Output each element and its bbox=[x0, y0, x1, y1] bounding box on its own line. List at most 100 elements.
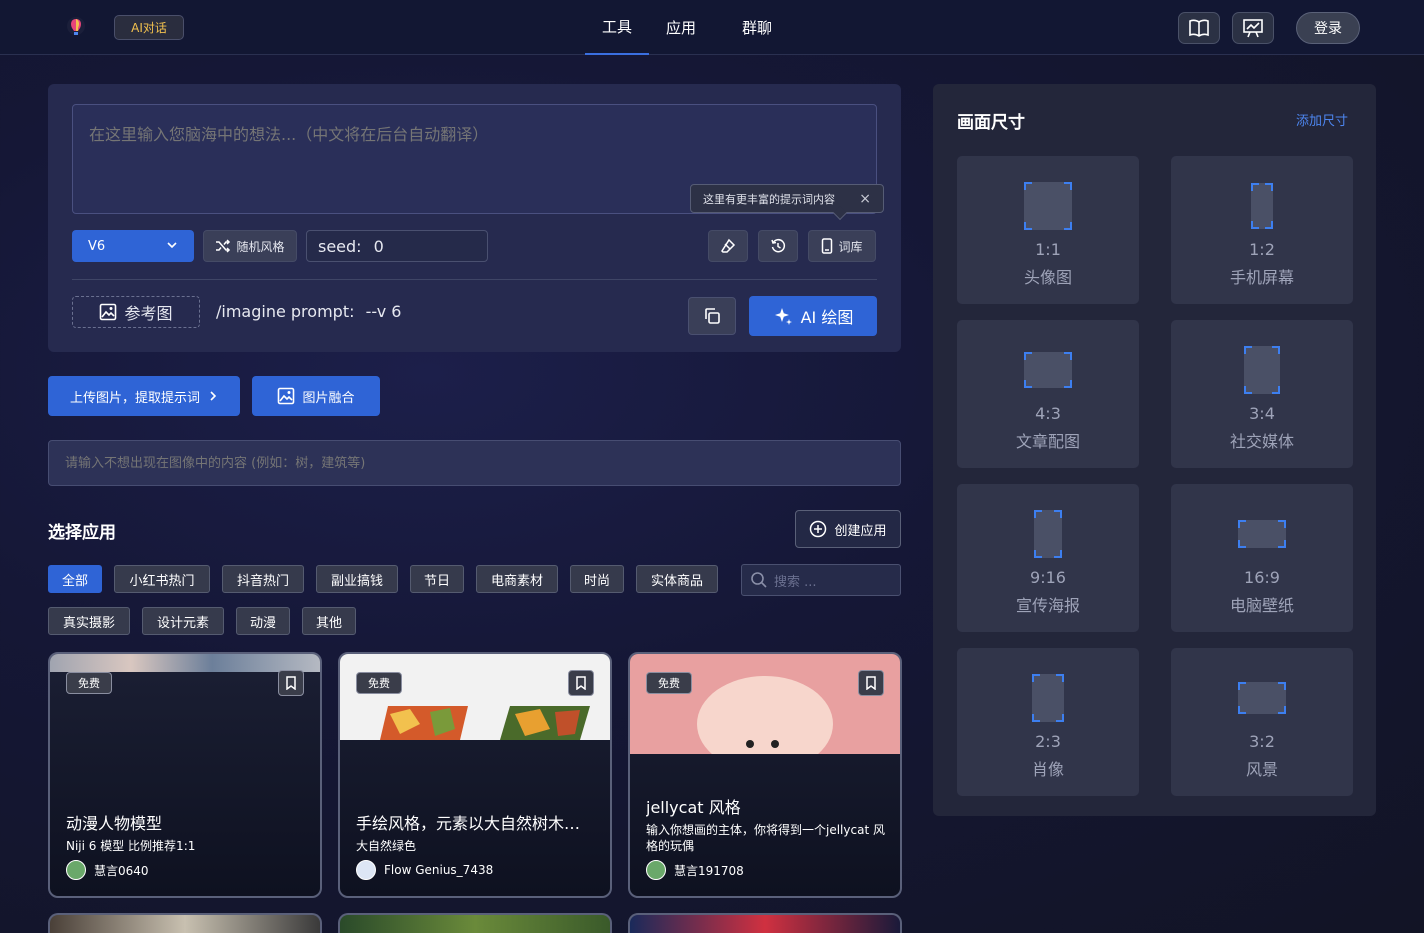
category-chip[interactable]: 时尚 bbox=[570, 565, 624, 593]
card-thumbnail bbox=[340, 654, 610, 740]
copy-icon bbox=[705, 308, 720, 324]
free-badge: 免费 bbox=[646, 672, 692, 694]
bookmark-button[interactable] bbox=[568, 670, 594, 696]
negative-prompt-input[interactable] bbox=[48, 440, 901, 486]
ratio-corner bbox=[1064, 380, 1072, 388]
create-app-button[interactable]: 创建应用 bbox=[795, 510, 901, 548]
app-card[interactable]: 免费 jellycat 风格 输入你想画的主体，你将得到一个jellycat 风… bbox=[628, 652, 902, 898]
ratio-corner bbox=[1032, 714, 1040, 722]
app-card[interactable] bbox=[48, 913, 322, 933]
app-card[interactable]: 免费 手绘风格，元素以大自然树木、花草为主 大自然绿色 Flow Genius_… bbox=[338, 652, 612, 898]
book-icon bbox=[1189, 19, 1209, 37]
app-search-input[interactable]: 搜索 ... bbox=[741, 564, 901, 596]
ratio-corner bbox=[1238, 540, 1246, 548]
bookmark-button[interactable] bbox=[278, 670, 304, 696]
lexicon-button[interactable]: 词库 bbox=[808, 230, 876, 262]
card-author: Flow Genius_7438 bbox=[356, 860, 493, 880]
bookmark-icon bbox=[576, 676, 586, 690]
presentation-button[interactable] bbox=[1232, 12, 1274, 44]
avatar bbox=[66, 860, 86, 880]
upload-extract-label: 上传图片，提取提示词 bbox=[69, 390, 200, 406]
illustration-thumbnail bbox=[380, 706, 590, 740]
category-chip[interactable]: 全部 bbox=[48, 565, 102, 593]
avatar bbox=[356, 860, 376, 880]
size-option[interactable]: 3:2 风景 bbox=[1171, 648, 1353, 796]
size-ratio: 9:16 bbox=[1030, 568, 1066, 587]
size-ratio: 16:9 bbox=[1244, 568, 1280, 587]
free-badge: 免费 bbox=[356, 672, 402, 694]
ratio-corner bbox=[1238, 682, 1246, 690]
size-option[interactable]: 3:4 社交媒体 bbox=[1171, 320, 1353, 468]
ratio-corner bbox=[1251, 221, 1259, 229]
size-label: 宣传海报 bbox=[1015, 596, 1080, 615]
category-chip[interactable]: 副业搞钱 bbox=[316, 565, 398, 593]
nav-apps[interactable]: 应用 bbox=[649, 0, 713, 55]
ratio-corner bbox=[1278, 706, 1286, 714]
size-label: 电脑壁纸 bbox=[1229, 596, 1294, 615]
ai-draw-button[interactable]: AI 绘图 bbox=[749, 296, 877, 336]
nav-group-chat[interactable]: 群聊 bbox=[713, 0, 801, 55]
size-option[interactable]: 16:9 电脑壁纸 bbox=[1171, 484, 1353, 632]
image-blend-button[interactable]: 图片融合 bbox=[252, 376, 380, 416]
image-icon bbox=[100, 303, 117, 321]
ratio-corner bbox=[1032, 674, 1040, 682]
reference-image-label: 参考图 bbox=[124, 304, 173, 323]
avatar bbox=[646, 860, 666, 880]
ai-chat-badge[interactable]: AI对话 bbox=[114, 15, 184, 40]
category-chip[interactable]: 设计元素 bbox=[142, 607, 224, 635]
category-chip[interactable]: 动漫 bbox=[236, 607, 290, 635]
category-chip[interactable]: 实体商品 bbox=[636, 565, 718, 593]
category-chip[interactable]: 真实摄影 bbox=[48, 607, 130, 635]
size-option[interactable]: 2:3 肖像 bbox=[957, 648, 1139, 796]
close-icon[interactable]: × bbox=[859, 191, 871, 207]
size-ratio: 1:1 bbox=[1035, 240, 1061, 259]
app-card[interactable] bbox=[338, 913, 612, 933]
card-description: Niji 6 模型 比例推荐1:1 bbox=[66, 839, 196, 853]
ratio-corner bbox=[1024, 182, 1032, 190]
seed-field[interactable]: seed: 0 bbox=[306, 230, 488, 262]
category-chip[interactable]: 抖音热门 bbox=[222, 565, 304, 593]
ratio-corner bbox=[1054, 510, 1062, 518]
category-chip[interactable]: 小红书热门 bbox=[114, 565, 210, 593]
version-select[interactable]: V6 bbox=[72, 230, 194, 262]
seed-label: seed: bbox=[318, 236, 362, 256]
copy-button[interactable] bbox=[688, 297, 736, 335]
divider bbox=[72, 279, 877, 280]
app-card[interactable]: 免费 动漫人物模型 Niji 6 模型 比例推荐1:1 慧言0640 bbox=[48, 652, 322, 898]
ratio-corner bbox=[1265, 221, 1273, 229]
app-card[interactable] bbox=[628, 913, 902, 933]
random-style-label: 随机风格 bbox=[236, 239, 285, 254]
add-size-link[interactable]: 添加尺寸 bbox=[1296, 110, 1348, 129]
upload-extract-button[interactable]: 上传图片，提取提示词 bbox=[48, 376, 240, 416]
bookmark-button[interactable] bbox=[858, 670, 884, 696]
logo-icon[interactable] bbox=[64, 15, 88, 41]
clear-button[interactable] bbox=[708, 230, 748, 262]
imagine-command: /imagine prompt: --v 6 bbox=[216, 302, 401, 321]
history-button[interactable] bbox=[758, 230, 798, 262]
category-chip[interactable]: 电商素材 bbox=[476, 565, 558, 593]
size-option[interactable]: 9:16 宣传海报 bbox=[957, 484, 1139, 632]
phone-book-icon bbox=[822, 238, 833, 254]
card-author: 慧言191708 bbox=[646, 860, 744, 880]
size-panel-title: 画面尺寸 bbox=[957, 113, 1025, 133]
nav-tools[interactable]: 工具 bbox=[585, 0, 649, 55]
chevron-down-icon bbox=[167, 242, 177, 249]
ratio-corner bbox=[1034, 550, 1042, 558]
size-option[interactable]: 1:1 头像图 bbox=[957, 156, 1139, 304]
size-ratio: 1:2 bbox=[1249, 240, 1275, 259]
login-button[interactable]: 登录 bbox=[1296, 12, 1360, 44]
card-description: 输入你想画的主体，你将得到一个jellycat 风格的玩偶 bbox=[646, 823, 885, 853]
size-ratio: 3:4 bbox=[1249, 404, 1275, 423]
ratio-corner bbox=[1024, 380, 1032, 388]
size-option[interactable]: 4:3 文章配图 bbox=[957, 320, 1139, 468]
random-style-button[interactable]: 随机风格 bbox=[203, 230, 297, 262]
seed-value: 0 bbox=[373, 236, 384, 256]
apps-section-title: 选择应用 bbox=[48, 523, 116, 543]
size-label: 手机屏幕 bbox=[1229, 268, 1294, 287]
book-button[interactable] bbox=[1178, 12, 1220, 44]
category-chip[interactable]: 其他 bbox=[302, 607, 356, 635]
card-description: 大自然绿色 bbox=[356, 839, 417, 853]
category-chip[interactable]: 节日 bbox=[410, 565, 464, 593]
size-option[interactable]: 1:2 手机屏幕 bbox=[1171, 156, 1353, 304]
reference-image-button[interactable]: 参考图 bbox=[72, 296, 200, 328]
